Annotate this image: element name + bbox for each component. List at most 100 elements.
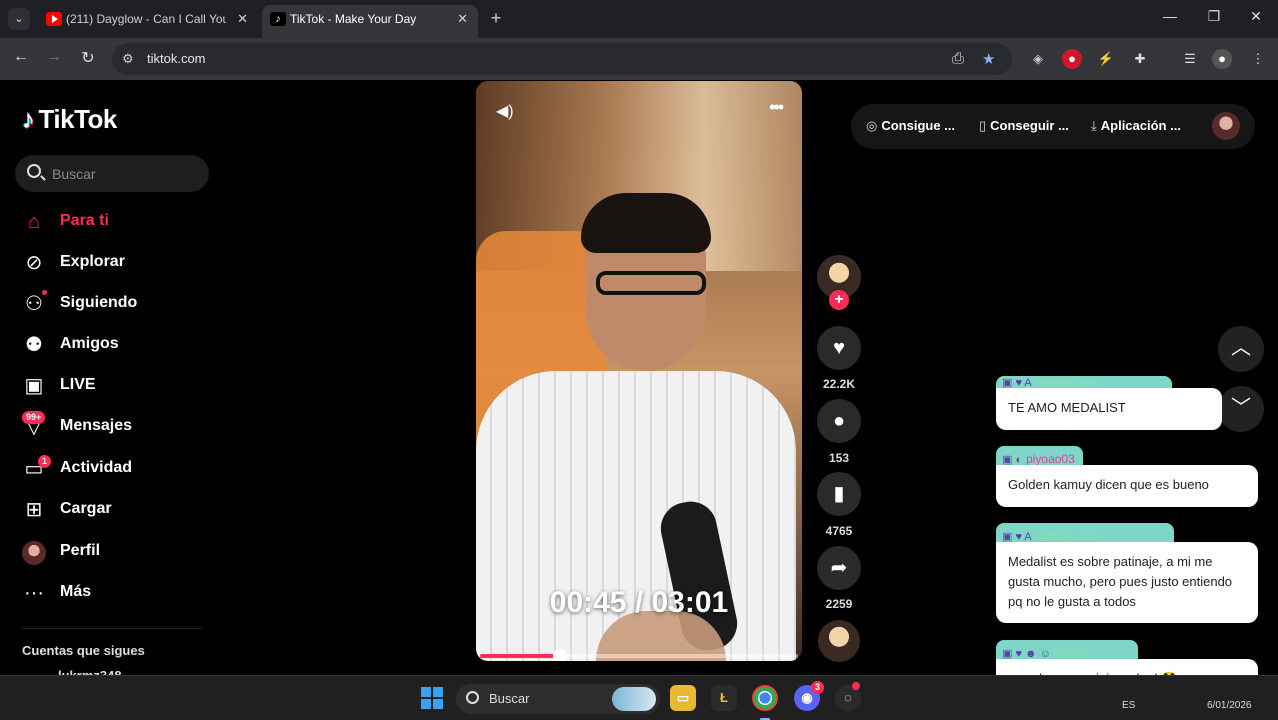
- download-app-button[interactable]: ⤓ Aplicación ...: [1091, 118, 1181, 134]
- bookmark-star-icon[interactable]: ★: [982, 50, 995, 68]
- site-info-icon[interactable]: ⚙: [122, 51, 134, 67]
- taskbar-search-label: Buscar: [489, 691, 530, 706]
- nav-label: Perfil: [60, 542, 101, 559]
- nav-item-amigos[interactable]: ⚉ Amigos: [20, 329, 210, 361]
- video-more-icon[interactable]: •••: [769, 97, 784, 118]
- tab-close-icon[interactable]: ✕: [237, 5, 248, 33]
- share-button[interactable]: ➦: [817, 546, 861, 590]
- extension-icon[interactable]: ◈: [1028, 49, 1048, 69]
- language-indicator[interactable]: ES: [1122, 700, 1135, 711]
- next-video-button[interactable]: ﹀: [1218, 386, 1264, 432]
- messages-badge: 99+: [22, 411, 46, 424]
- nav-item-mas[interactable]: ··· Más: [20, 577, 210, 609]
- address-bar[interactable]: ⚙ tiktok.com ⎙ ★: [112, 43, 1012, 75]
- chat-message-header: ▣ ♥ Ahidden user: [996, 376, 1172, 388]
- forward-button[interactable]: →: [43, 48, 65, 66]
- nav-item-actividad[interactable]: ▭ 1 Actividad: [20, 453, 210, 485]
- tab-tiktok[interactable]: ♪ TikTok - Make Your Day ✕: [262, 5, 478, 38]
- nav-item-mensajes[interactable]: ▽ 99+ Mensajes: [20, 411, 210, 443]
- nav-label: Cargar: [60, 500, 112, 517]
- reload-button[interactable]: ↻: [77, 48, 99, 68]
- minimize-button[interactable]: —: [1160, 8, 1180, 24]
- share-icon: ➦: [830, 557, 848, 579]
- nav-item-para-ti[interactable]: ⌂ Para ti: [20, 206, 210, 238]
- get-app-button[interactable]: ▯ Conseguir ...: [979, 118, 1069, 134]
- top-actions-bar: ◎ Consigue ... ▯ Conseguir ... ⤓ Aplicación…: [851, 104, 1255, 149]
- chrome-icon[interactable]: [752, 685, 778, 711]
- extensions-puzzle-icon[interactable]: ✚: [1130, 49, 1150, 69]
- chat-username: hidden user: [1035, 376, 1099, 388]
- save-count: 4765: [825, 524, 853, 538]
- windows-start-icon[interactable]: [421, 687, 443, 709]
- chat-message: TE AMO MEDALIST: [996, 388, 1222, 430]
- discord-badge: 3: [811, 681, 825, 694]
- url-text: tiktok.com: [147, 51, 206, 66]
- search-input[interactable]: Buscar: [15, 155, 209, 192]
- maximize-button[interactable]: ❐: [1204, 8, 1224, 25]
- heart-icon: ♥: [833, 337, 845, 359]
- back-button[interactable]: ←: [10, 48, 32, 66]
- app-icon[interactable]: Ł: [711, 685, 737, 711]
- home-icon: ⌂: [27, 211, 41, 233]
- nav-item-cargar[interactable]: ⊞ Cargar: [20, 494, 210, 526]
- sound-avatar[interactable]: [818, 620, 860, 662]
- progress-handle[interactable]: [552, 649, 567, 661]
- nav-label: Actividad: [60, 459, 133, 476]
- tab-search-button[interactable]: ⌄: [8, 8, 30, 30]
- share-count: 2259: [825, 597, 853, 611]
- comment-icon: ●: [832, 410, 846, 432]
- browser-tab-bar: ⌄ (211) Dayglow - Can I Call You ✕ ♪ Tik…: [0, 0, 1278, 38]
- divider: [22, 628, 202, 629]
- tab-title: (211) Dayglow - Can I Call You: [66, 12, 226, 26]
- bookmark-icon: ▮: [833, 483, 845, 505]
- screen: ⌄ (211) Dayglow - Can I Call You ✕ ♪ Tik…: [0, 0, 1278, 720]
- follow-plus-button[interactable]: +: [829, 290, 849, 310]
- live-icon: ▣: [24, 375, 44, 397]
- tab-close-icon[interactable]: ✕: [457, 5, 468, 33]
- browser-menu-icon[interactable]: ⋮: [1248, 49, 1268, 69]
- chevron-down-icon: ﹀: [1231, 397, 1251, 419]
- comment-button[interactable]: ●: [817, 399, 861, 443]
- media-control-icon[interactable]: ☰: [1180, 49, 1200, 69]
- extension-record-icon[interactable]: ●: [1062, 49, 1082, 69]
- extension-translate-icon[interactable]: ⚡: [1096, 49, 1116, 69]
- like-button[interactable]: ♥: [817, 326, 861, 370]
- friends-icon: ⚉: [25, 334, 43, 356]
- tab-title: TikTok - Make Your Day: [290, 12, 417, 26]
- nav-label: Más: [60, 583, 92, 600]
- nav-item-explorar[interactable]: ⊘ Explorar: [20, 247, 210, 279]
- coin-icon: ◎: [866, 118, 878, 133]
- nav-label: Siguiendo: [60, 294, 138, 311]
- chat-text: Golden kamuy dicen que es bueno: [1008, 477, 1209, 492]
- nav-label: Mensajes: [60, 417, 133, 434]
- nav-item-live[interactable]: ▣ LIVE: [20, 370, 210, 402]
- date-text[interactable]: 6/01/2026: [1207, 700, 1252, 711]
- user-avatar[interactable]: [1212, 112, 1240, 140]
- install-app-icon[interactable]: ⎙: [952, 50, 964, 67]
- video-progress-bar[interactable]: [480, 649, 798, 661]
- get-coins-button[interactable]: ◎ Consigue ...: [866, 118, 955, 134]
- chat-username: piyoao03: [1026, 452, 1075, 466]
- nav-item-perfil[interactable]: Perfil: [20, 536, 210, 568]
- save-button[interactable]: ▮: [817, 472, 861, 516]
- windows-taskbar: Buscar ▭ Ł ◉ 3 ◌ ES 6/01/2026: [0, 675, 1278, 720]
- video-player[interactable]: ◀) ••• 00:45 / 03:01: [476, 81, 802, 661]
- nav-item-siguiendo[interactable]: ⚇ Siguiendo: [20, 288, 210, 320]
- video-hair: [581, 193, 711, 253]
- tab-youtube[interactable]: (211) Dayglow - Can I Call You ✕: [38, 5, 258, 38]
- taskbar-search[interactable]: Buscar: [456, 684, 660, 714]
- new-tab-button[interactable]: +: [486, 8, 506, 29]
- notification-dot: [852, 682, 860, 690]
- tiktok-logo[interactable]: ♪ TikTok: [22, 104, 117, 135]
- previous-video-button[interactable]: ︿: [1218, 326, 1264, 372]
- profile-avatar: [20, 538, 48, 566]
- profile-avatar[interactable]: ●: [1212, 49, 1232, 69]
- close-window-button[interactable]: ✕: [1246, 8, 1266, 25]
- comment-count: 153: [828, 451, 850, 465]
- tiktok-icon: ♪: [22, 104, 35, 134]
- brand-name: TikTok: [38, 104, 118, 134]
- chat-message: Golden kamuy dicen que es bueno: [996, 465, 1258, 507]
- activity-badge: 1: [38, 455, 52, 468]
- volume-icon[interactable]: ◀): [496, 101, 514, 121]
- file-explorer-icon[interactable]: ▭: [670, 685, 696, 711]
